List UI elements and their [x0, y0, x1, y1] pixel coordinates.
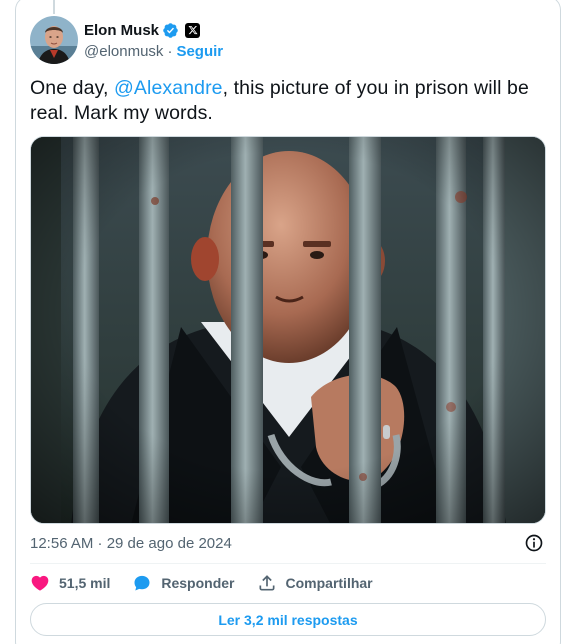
- speech-bubble-icon: [134, 575, 150, 591]
- tweet-text-start: One day,: [30, 77, 115, 99]
- like-button[interactable]: 51,5 mil: [30, 573, 110, 593]
- tweet-media-image[interactable]: [30, 136, 546, 524]
- reply-label: Responder: [161, 575, 235, 591]
- avatar-image: [30, 16, 78, 64]
- tweet-actions: 51,5 mil Responder Compartilhar: [30, 572, 395, 594]
- heart-icon: [31, 575, 49, 591]
- avatar[interactable]: [30, 16, 78, 64]
- tweet-header: Elon Musk @elonmusk · Seguir: [30, 16, 223, 64]
- share-button[interactable]: Compartilhar: [257, 573, 373, 593]
- divider: [30, 563, 546, 564]
- reply-button[interactable]: Responder: [132, 573, 235, 593]
- like-count: 51,5 mil: [59, 575, 111, 591]
- mention-link[interactable]: @Alexandre: [114, 77, 223, 99]
- follow-button[interactable]: Seguir: [176, 43, 223, 60]
- tweet-text: One day, @Alexandre, this picture of you…: [30, 76, 545, 126]
- author-display-name[interactable]: Elon Musk: [84, 22, 159, 39]
- author-handle[interactable]: @elonmusk: [84, 43, 163, 60]
- info-icon[interactable]: [524, 533, 544, 553]
- x-logo-icon: [185, 22, 201, 38]
- share-label: Compartilhar: [285, 575, 373, 591]
- separator-dot: ·: [167, 42, 173, 60]
- author-info: Elon Musk @elonmusk · Seguir: [84, 19, 223, 61]
- prison-photo: [31, 137, 545, 523]
- verified-badge-icon[interactable]: [162, 22, 179, 39]
- read-replies-button[interactable]: Ler 3,2 mil respostas: [30, 603, 546, 636]
- share-upload-icon: [259, 575, 274, 591]
- tweet-timestamp[interactable]: 12:56 AM · 29 de ago de 2024: [30, 534, 232, 554]
- thread-connector-line: [53, 0, 55, 14]
